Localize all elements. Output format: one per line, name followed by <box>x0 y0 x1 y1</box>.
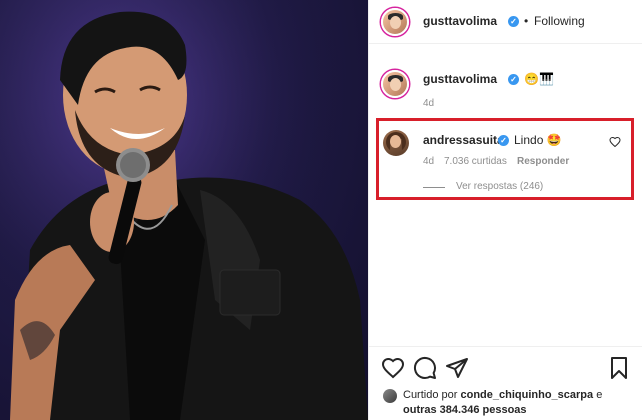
verified-badge-icon: ✓ <box>508 16 519 27</box>
author-avatar[interactable] <box>381 8 409 36</box>
post-photo[interactable] <box>0 0 368 420</box>
caption-text: 😁🎹 <box>524 72 554 86</box>
singer-illustration <box>0 0 368 420</box>
liked-by-line: Curtido por conde_chiquinho_scarpa e <box>403 389 602 401</box>
caption-author-avatar[interactable] <box>381 70 409 98</box>
comment-bubble-icon[interactable] <box>413 356 437 380</box>
liker-username[interactable]: conde_chiquinho_scarpa <box>460 389 593 401</box>
comment-highlight-box <box>376 118 634 200</box>
liked-by-others[interactable]: outras 384.346 pessoas <box>403 404 527 416</box>
bookmark-icon[interactable] <box>607 356 631 380</box>
liker-avatar[interactable] <box>383 389 397 403</box>
post-side-panel: gusttavolima ✓ • Following gusttavolima … <box>368 0 642 420</box>
follow-separator-dot: • <box>524 14 529 28</box>
post-header <box>369 0 642 44</box>
paper-plane-icon[interactable] <box>445 356 469 380</box>
instagram-post-view: gusttavolima ✓ • Following gusttavolima … <box>0 0 642 420</box>
post-actions-bar <box>369 346 642 386</box>
author-username[interactable]: gusttavolima <box>423 14 497 28</box>
heart-icon[interactable] <box>381 356 405 380</box>
caption-age[interactable]: 4d <box>423 98 434 109</box>
caption-username[interactable]: gusttavolima <box>423 72 497 86</box>
liked-by-connector: e <box>596 389 603 401</box>
liked-by-prefix: Curtido por <box>403 389 458 401</box>
following-button[interactable]: Following <box>534 14 585 28</box>
avatar-face <box>390 16 401 29</box>
verified-badge-icon: ✓ <box>508 74 519 85</box>
avatar-face <box>390 78 401 91</box>
liked-others-count[interactable]: outras 384.346 pessoas <box>403 404 527 416</box>
